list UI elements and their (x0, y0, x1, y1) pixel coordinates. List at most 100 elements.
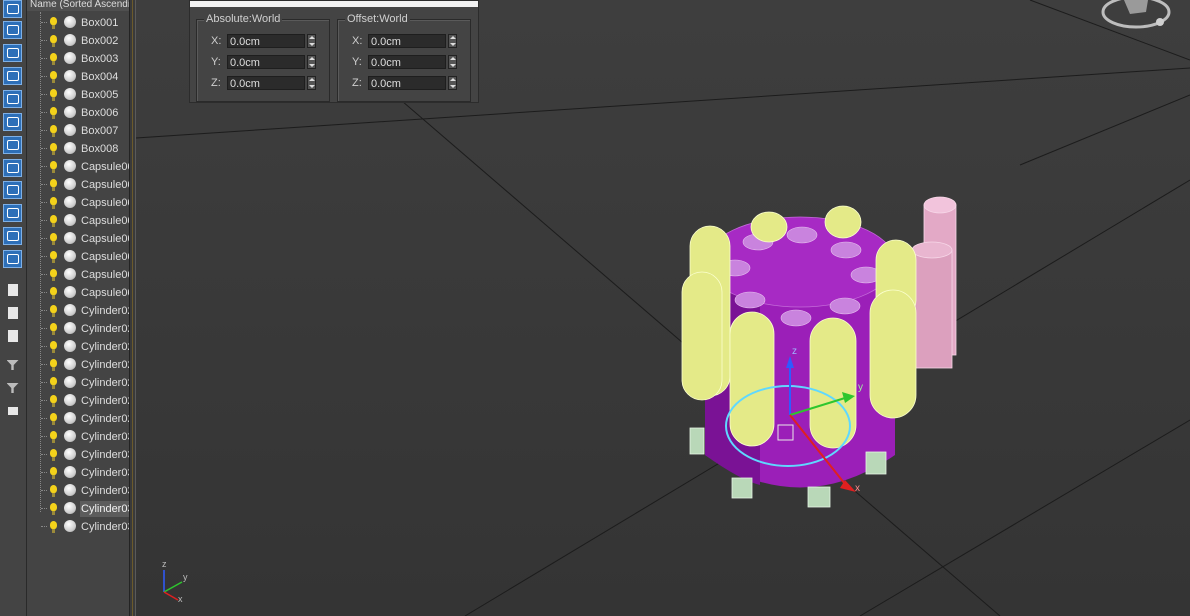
offset-y-spinner[interactable] (448, 55, 457, 69)
offset-x-input[interactable]: 0.0cm (368, 34, 446, 48)
list-item[interactable]: Cylinder02 (27, 356, 129, 374)
render-sphere-icon[interactable] (64, 394, 76, 406)
object-name[interactable]: Cylinder02 (80, 375, 129, 391)
lightbulb-icon[interactable] (50, 359, 57, 371)
container-filter-icon[interactable] (3, 227, 22, 245)
render-sphere-icon[interactable] (64, 484, 76, 496)
lightbulb-icon[interactable] (50, 467, 57, 479)
helper-filter-icon[interactable] (3, 113, 22, 131)
lightbulb-icon[interactable] (50, 53, 57, 65)
list-item[interactable]: Cylinder03 (27, 464, 129, 482)
object-name[interactable]: Cylinder03 (80, 429, 129, 445)
render-sphere-icon[interactable] (64, 466, 76, 478)
xref-filter-icon[interactable] (3, 181, 22, 199)
list-item[interactable]: Cylinder03 (27, 428, 129, 446)
dialog-titlebar[interactable] (190, 1, 478, 7)
object-name[interactable]: Cylinder02 (80, 411, 129, 427)
render-sphere-icon[interactable] (64, 502, 76, 514)
object-name[interactable]: Capsule00 (80, 267, 129, 283)
object-name[interactable]: Capsule00 (80, 249, 129, 265)
object-name[interactable]: Box005 (80, 87, 129, 103)
object-name[interactable]: Box006 (80, 105, 129, 121)
render-sphere-icon[interactable] (64, 88, 76, 100)
list-item[interactable]: Cylinder02 (27, 410, 129, 428)
invert-filter-icon[interactable] (3, 327, 22, 345)
object-name[interactable]: Cylinder03 (80, 483, 129, 499)
render-sphere-icon[interactable] (64, 286, 76, 298)
list-item[interactable]: Capsule00 (27, 194, 129, 212)
lightbulb-icon[interactable] (50, 125, 57, 137)
object-name[interactable]: Cylinder03 (80, 519, 129, 535)
camera-filter-icon[interactable] (3, 90, 22, 108)
absolute-x-input[interactable]: 0.0cm (227, 34, 305, 48)
all-filter-icon[interactable] (3, 281, 22, 299)
object-name[interactable]: Capsule00 (80, 159, 129, 175)
filter-icon[interactable] (3, 356, 22, 374)
list-item[interactable]: Cylinder03 (27, 482, 129, 500)
object-name[interactable]: Box007 (80, 123, 129, 139)
absolute-z-spinner[interactable] (307, 76, 316, 90)
list-item[interactable]: Capsule00 (27, 230, 129, 248)
offset-z-input[interactable]: 0.0cm (368, 76, 446, 90)
object-name[interactable]: Box001 (80, 15, 129, 31)
lightbulb-icon[interactable] (50, 341, 57, 353)
object-name[interactable]: Box004 (80, 69, 129, 85)
viewcube-icon[interactable] (1100, 0, 1172, 34)
render-sphere-icon[interactable] (64, 70, 76, 82)
spacewarp-filter-icon[interactable] (3, 136, 22, 154)
lightbulb-icon[interactable] (50, 197, 57, 209)
render-sphere-icon[interactable] (64, 250, 76, 262)
light-filter-icon[interactable] (3, 67, 22, 85)
list-item[interactable]: Cylinder02 (27, 392, 129, 410)
object-name[interactable]: Cylinder02 (80, 321, 129, 337)
render-sphere-icon[interactable] (64, 340, 76, 352)
render-sphere-icon[interactable] (64, 16, 76, 28)
list-item[interactable]: Box002 (27, 32, 129, 50)
object-name[interactable]: Cylinder03 (80, 501, 129, 517)
object-name[interactable]: Cylinder02 (80, 393, 129, 409)
list-item[interactable]: Capsule00 (27, 176, 129, 194)
render-sphere-icon[interactable] (64, 232, 76, 244)
lightbulb-icon[interactable] (50, 377, 57, 389)
object-name[interactable]: Capsule00 (80, 177, 129, 193)
lightbulb-icon[interactable] (50, 179, 57, 191)
list-item[interactable]: Capsule00 (27, 266, 129, 284)
render-sphere-icon[interactable] (64, 520, 76, 532)
lightbulb-icon[interactable] (50, 35, 57, 47)
object-name[interactable]: Box002 (80, 33, 129, 49)
absolute-z-input[interactable]: 0.0cm (227, 76, 305, 90)
list-item[interactable]: Capsule00 (27, 248, 129, 266)
list-item[interactable]: Box006 (27, 104, 129, 122)
absolute-y-spinner[interactable] (307, 55, 316, 69)
pink-cylinder[interactable] (911, 196, 957, 369)
lightbulb-icon[interactable] (50, 269, 57, 281)
absolute-x-spinner[interactable] (307, 34, 316, 48)
render-sphere-icon[interactable] (64, 268, 76, 280)
render-sphere-icon[interactable] (64, 214, 76, 226)
render-sphere-icon[interactable] (64, 52, 76, 64)
list-item[interactable]: Box007 (27, 122, 129, 140)
list-item[interactable]: Box008 (27, 140, 129, 158)
render-sphere-icon[interactable] (64, 34, 76, 46)
render-sphere-icon[interactable] (64, 430, 76, 442)
object-name[interactable]: Cylinder02 (80, 339, 129, 355)
lightbulb-icon[interactable] (50, 215, 57, 227)
offset-x-spinner[interactable] (448, 34, 457, 48)
name-column-header[interactable]: Name (Sorted Ascending) (27, 0, 129, 11)
list-item[interactable]: Box004 (27, 68, 129, 86)
lightbulb-icon[interactable] (50, 233, 57, 245)
list-item[interactable]: Capsule00 (27, 284, 129, 302)
render-sphere-icon[interactable] (64, 142, 76, 154)
lightbulb-icon[interactable] (50, 521, 57, 533)
lightbulb-icon[interactable] (50, 161, 57, 173)
lightbulb-icon[interactable] (50, 449, 57, 461)
list-item[interactable]: Capsule00 (27, 212, 129, 230)
list-item[interactable]: Cylinder02 (27, 374, 129, 392)
none-filter-icon[interactable] (3, 304, 22, 322)
lightbulb-icon[interactable] (50, 431, 57, 443)
render-sphere-icon[interactable] (64, 358, 76, 370)
lightbulb-icon[interactable] (50, 413, 57, 425)
sphere-filter-icon[interactable] (3, 0, 22, 18)
object-name[interactable]: Box003 (80, 51, 129, 67)
object-name[interactable]: Box008 (80, 141, 129, 157)
